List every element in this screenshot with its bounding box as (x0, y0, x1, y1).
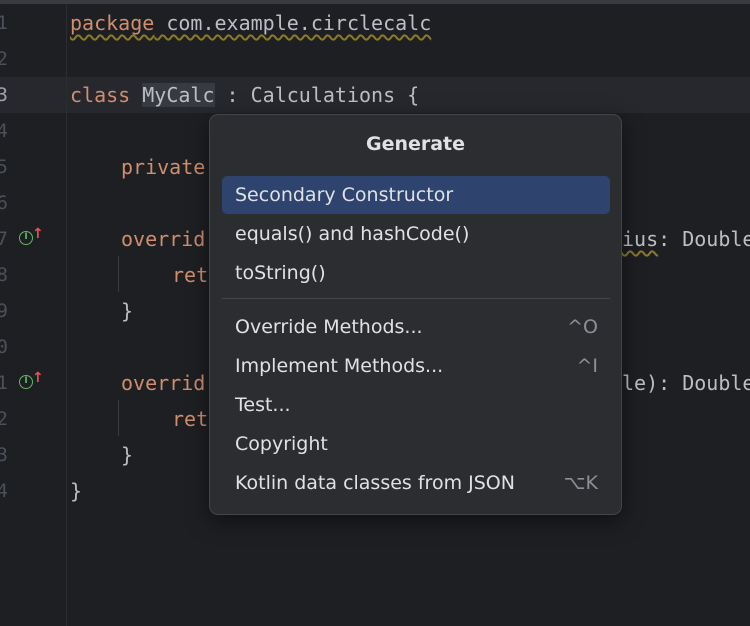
menu-item-shortcut: ⌥K (563, 472, 598, 494)
menu-item-label: Copyright (235, 433, 328, 455)
keyword-override: overrid (121, 227, 206, 251)
line-number: 4 (0, 480, 8, 502)
keyword-class: class (70, 83, 131, 107)
menu-item-tostring[interactable]: toString() (222, 254, 610, 292)
menu-item-label: Secondary Constructor (235, 184, 454, 206)
code-line-override-1[interactable]: overrid (121, 227, 205, 251)
menu-item-shortcut: ^O (567, 316, 598, 338)
line-number: 9 (0, 300, 8, 322)
menu-item-kotlin-data-classes-json[interactable]: Kotlin data classes from JSON ⌥K (222, 464, 610, 502)
return-type: : Double (658, 227, 750, 251)
generate-popup: Generate Secondary Constructor equals() … (209, 114, 622, 515)
menu-separator (222, 298, 610, 299)
keyword-override: overrid (121, 371, 206, 395)
line-number: 2 (0, 48, 8, 70)
keyword-package: package (70, 11, 155, 35)
indent-guide (118, 256, 119, 292)
implements-gutter-icon[interactable]: I ↑ (19, 226, 44, 249)
arrow-up-icon: ↑ (32, 226, 44, 242)
line-number-current: 3 (0, 84, 8, 106)
popup-title: Generate (365, 133, 466, 155)
code-line-package[interactable]: package com.example.circlecalc (70, 11, 431, 35)
menu-item-label: Test... (235, 394, 291, 416)
arrow-up-icon: ↑ (32, 370, 44, 386)
line-number: 1 (0, 372, 8, 394)
indent-guide (118, 400, 119, 436)
code-line-close-brace[interactable]: } (121, 299, 133, 323)
menu-item-copyright[interactable]: Copyright (222, 425, 610, 463)
code-line-class[interactable]: class MyCalc : Calculations { (70, 83, 419, 107)
package-name: com.example.circlecalc (154, 11, 432, 35)
line-number: 7 (0, 228, 8, 250)
menu-item-equals-hashcode[interactable]: equals() and hashCode() (222, 215, 610, 253)
code-line-override-1-tail: ius: Double (622, 227, 750, 251)
gutter-separator (66, 4, 67, 626)
menu-item-override-methods[interactable]: Override Methods... ^O (222, 308, 610, 346)
code-line-class-close-brace[interactable]: } (70, 479, 82, 503)
code-line-return-1[interactable]: ret (172, 263, 208, 287)
code-line-close-brace[interactable]: } (121, 443, 133, 467)
param-name-tail: ius (622, 227, 659, 251)
line-number: 5 (0, 156, 8, 178)
interface-icon: I (19, 375, 33, 389)
keyword-return: ret (172, 407, 209, 431)
keyword-private: private (121, 155, 206, 179)
line-number: 1 (0, 12, 8, 34)
implements-gutter-icon[interactable]: I ↑ (19, 370, 44, 393)
menu-item-label: equals() and hashCode() (235, 223, 470, 245)
line-number: 3 (0, 444, 8, 466)
menu-item-test[interactable]: Test... (222, 386, 610, 424)
code-line-return-2[interactable]: ret (172, 407, 208, 431)
code-line-override-2-tail: le): Double (622, 371, 750, 395)
class-name: MyCalc (142, 83, 215, 107)
menu-item-label: Kotlin data classes from JSON (235, 472, 515, 494)
editor-top-border (0, 0, 750, 4)
line-number: 6 (0, 192, 8, 214)
menu-item-label: toString() (235, 262, 326, 284)
line-number: 0 (0, 336, 8, 358)
menu-item-secondary-constructor[interactable]: Secondary Constructor (222, 176, 610, 214)
interface-icon: I (19, 231, 33, 245)
class-declaration-rest: : Calculations { (214, 83, 420, 107)
code-line-override-2[interactable]: overrid (121, 371, 205, 395)
menu-item-shortcut: ^I (576, 355, 598, 377)
menu-item-label: Override Methods... (235, 316, 423, 338)
keyword-return: ret (172, 263, 209, 287)
menu-item-label: Implement Methods... (235, 355, 444, 377)
line-number: 4 (0, 120, 8, 142)
code-line-private[interactable]: private (121, 155, 205, 179)
line-number: 2 (0, 408, 8, 430)
line-number: 8 (0, 264, 8, 286)
menu-item-implement-methods[interactable]: Implement Methods... ^I (222, 347, 610, 385)
